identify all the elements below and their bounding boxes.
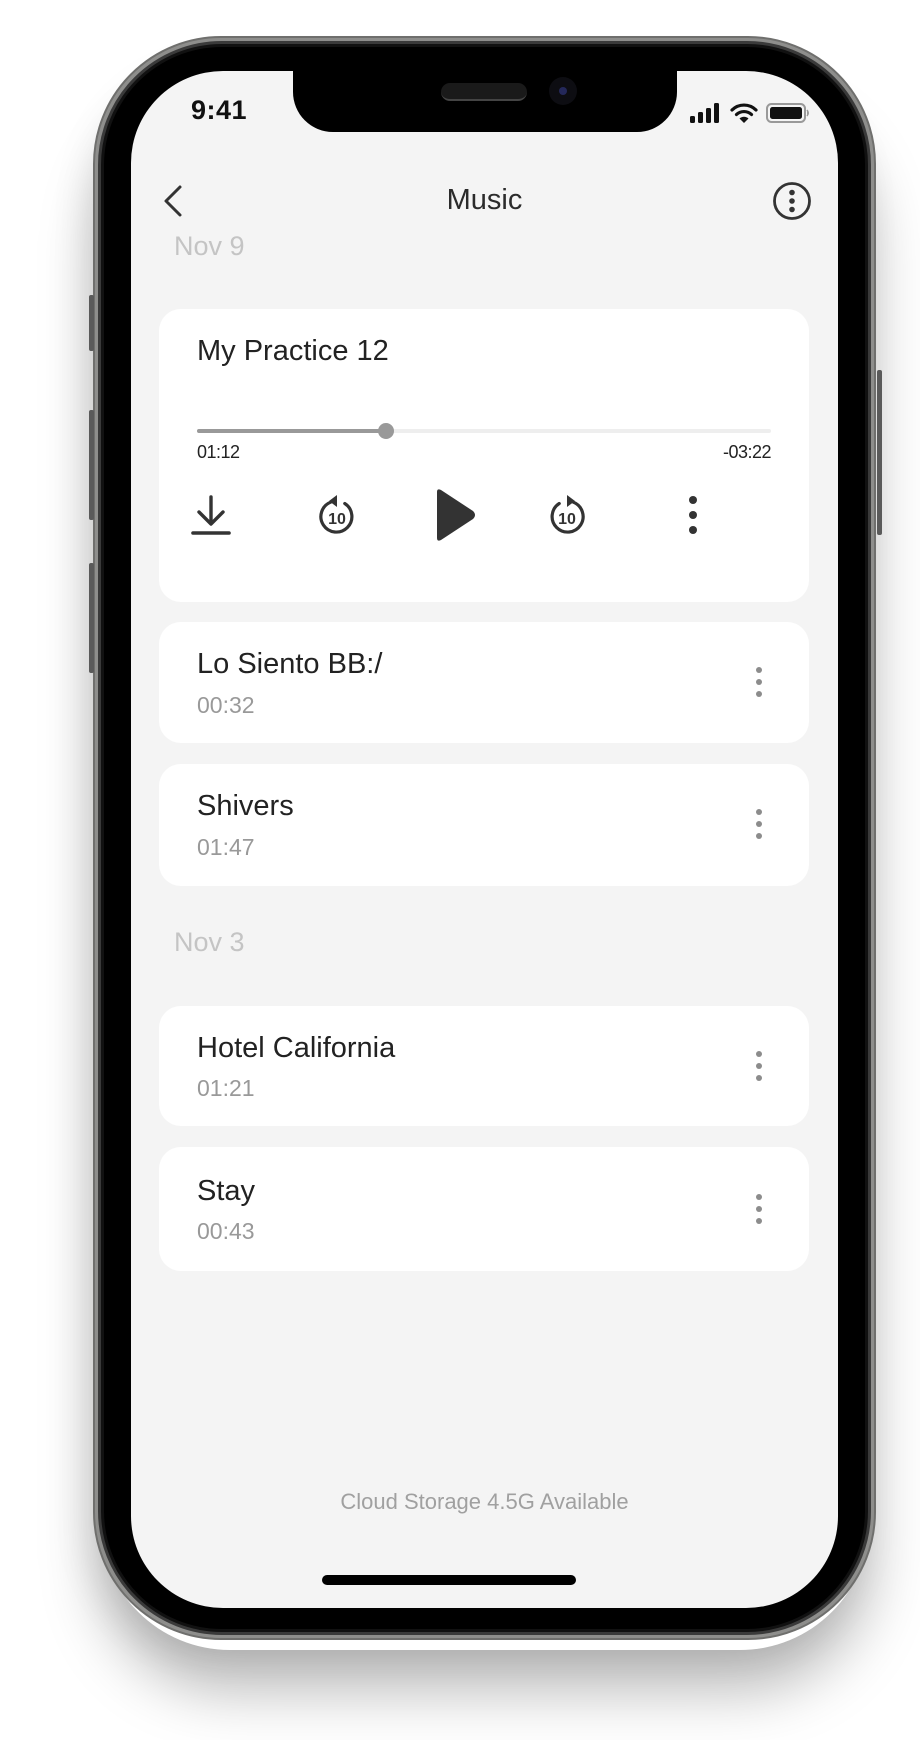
progress-slider[interactable] xyxy=(197,421,771,441)
now-playing-card: My Practice 12 01:12 -03:22 10 10 xyxy=(159,309,809,602)
elapsed-time: 01:12 xyxy=(197,442,240,462)
battery-icon xyxy=(766,103,809,123)
forward-10-icon: 10 xyxy=(550,495,585,534)
track-title: Hotel California xyxy=(197,1032,396,1064)
more-circle-icon xyxy=(773,182,811,220)
play-button[interactable] xyxy=(424,485,484,545)
play-icon xyxy=(437,489,475,541)
status-icons xyxy=(690,103,810,123)
download-icon xyxy=(191,495,231,535)
status-time: 9:41 xyxy=(191,95,248,125)
track-item[interactable]: Lo Siento BB:/ 00:32 xyxy=(159,622,809,743)
track-duration: 01:47 xyxy=(197,834,255,860)
cellular-signal-icon xyxy=(690,103,719,123)
track-item[interactable]: Stay 00:43 xyxy=(159,1147,809,1271)
more-vertical-icon xyxy=(756,1194,762,1200)
track-duration: 00:32 xyxy=(197,692,255,718)
forward-10-button[interactable]: 10 xyxy=(537,485,597,545)
track-more-button[interactable] xyxy=(747,1189,771,1229)
track-title: Lo Siento BB:/ xyxy=(197,648,383,680)
more-vertical-icon xyxy=(756,667,762,673)
volume-down-button xyxy=(89,563,94,673)
section-date: Nov 3 xyxy=(174,927,245,957)
svg-text:10: 10 xyxy=(558,511,576,528)
track-title: Shivers xyxy=(197,790,294,822)
progress-thumb[interactable] xyxy=(378,423,395,439)
now-playing-more-button[interactable] xyxy=(663,485,723,545)
more-vertical-icon xyxy=(689,496,697,534)
notch xyxy=(293,71,677,132)
progress-fill xyxy=(197,429,387,433)
remaining-time: -03:22 xyxy=(722,442,772,462)
now-playing-title: My Practice 12 xyxy=(197,335,389,367)
track-duration: 00:43 xyxy=(197,1218,255,1244)
speaker xyxy=(441,83,527,101)
track-more-button[interactable] xyxy=(747,804,771,844)
download-button[interactable] xyxy=(181,485,241,545)
track-more-button[interactable] xyxy=(747,662,771,702)
header: Music xyxy=(131,176,838,226)
home-indicator[interactable] xyxy=(322,1575,576,1585)
header-more-button[interactable] xyxy=(772,181,812,221)
silent-switch xyxy=(89,295,94,351)
page-title: Music xyxy=(446,184,523,216)
front-camera xyxy=(549,77,577,105)
track-title: Stay xyxy=(197,1175,256,1207)
rewind-10-button[interactable]: 10 xyxy=(307,485,367,545)
track-item[interactable]: Shivers 01:47 xyxy=(159,764,809,886)
section-date: Nov 9 xyxy=(174,231,245,261)
track-more-button[interactable] xyxy=(747,1046,771,1086)
volume-up-button xyxy=(89,410,94,520)
svg-text:10: 10 xyxy=(328,511,346,528)
cloud-storage-text: Cloud Storage 4.5G Available xyxy=(340,1489,629,1514)
track-duration: 01:21 xyxy=(197,1075,255,1101)
more-vertical-icon xyxy=(756,809,762,815)
screen: 9:41 Music Nov 9 My Practice 12 01:12 -0… xyxy=(131,71,838,1608)
power-button xyxy=(877,370,882,535)
track-item[interactable]: Hotel California 01:21 xyxy=(159,1006,809,1126)
rewind-10-icon: 10 xyxy=(319,495,354,534)
wifi-icon xyxy=(730,103,758,123)
more-vertical-icon xyxy=(756,1051,762,1057)
